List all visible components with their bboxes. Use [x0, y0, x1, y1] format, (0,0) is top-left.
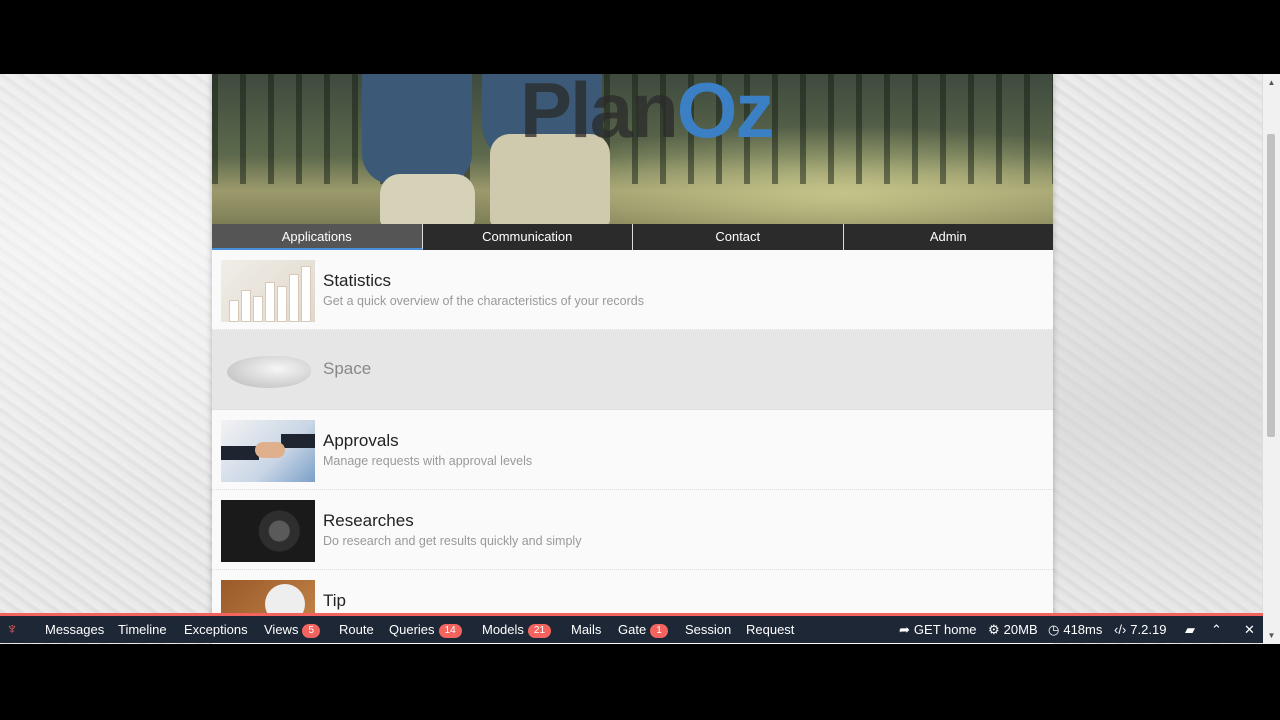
plan-oz-logo[interactable]: PlanOz [520, 74, 774, 149]
banner-leg-left [362, 74, 472, 184]
debug-tab-session[interactable]: Session [685, 616, 731, 643]
debug-tab-queries[interactable]: Queries 14 [389, 616, 462, 643]
page-container: PlanOz Applications Communication Contac… [212, 74, 1053, 644]
tab-label: Views [264, 622, 299, 637]
browser-viewport: PlanOz Applications Communication Contac… [0, 74, 1280, 644]
share-icon: ➦ [899, 622, 910, 637]
debug-tab-models[interactable]: Models 21 [482, 616, 552, 643]
handshake-icon [221, 420, 315, 482]
debug-tab-gate[interactable]: Gate 1 [618, 616, 668, 643]
app-title: Space [323, 359, 372, 378]
debug-tab-messages[interactable]: Messages [45, 616, 104, 643]
debug-tab-request[interactable]: Request [746, 616, 794, 643]
time-text: 418ms [1063, 622, 1103, 637]
tab-admin[interactable]: Admin [843, 224, 1053, 250]
scroll-down-icon[interactable]: ▼ [1263, 627, 1280, 644]
header-banner: PlanOz [212, 74, 1053, 224]
count-badge: 14 [438, 624, 462, 638]
laravel-logo-icon[interactable]: ♆ [6, 621, 28, 639]
app-title: Statistics [323, 271, 392, 290]
version-text: 7.2.19 [1130, 622, 1167, 637]
debug-tab-views[interactable]: Views 5 [264, 616, 321, 643]
folder-open-icon[interactable]: ▰ [1185, 616, 1195, 643]
sleeve-left [221, 446, 259, 460]
debug-tab-route[interactable]: Route [339, 616, 374, 643]
logo-oz-text: Oz [676, 74, 775, 154]
tab-label: Gate [618, 622, 647, 637]
app-title: Tip [323, 591, 346, 610]
app-item-statistics[interactable]: Statistics Get a quick overview of the c… [212, 250, 1053, 330]
debug-version-info: ‹/› 7.2.19 [1114, 616, 1166, 643]
tab-applications[interactable]: Applications [212, 224, 423, 250]
vertical-scrollbar[interactable]: ▲ ▼ [1262, 74, 1280, 644]
count-badge: 5 [302, 624, 321, 638]
debug-tab-mails[interactable]: Mails [571, 616, 601, 643]
debug-memory-info[interactable]: ⚙ 20MB [988, 616, 1038, 643]
ship-shape [227, 356, 311, 388]
cogs-icon: ⚙ [988, 622, 1000, 637]
tab-contact[interactable]: Contact [633, 224, 844, 250]
clock-icon: ◷ [1048, 622, 1060, 637]
app-description: Do research and get results quickly and … [323, 534, 582, 548]
memory-text: 20MB [1003, 622, 1038, 637]
tab-label: Queries [389, 622, 435, 637]
scroll-up-icon[interactable]: ▲ [1263, 74, 1280, 91]
research-icon [221, 500, 315, 562]
scrollbar-thumb[interactable] [1267, 134, 1275, 437]
banner-shoe-left [380, 174, 475, 224]
route-text: GET home [913, 622, 977, 637]
app-item-space[interactable]: Space [212, 330, 1053, 410]
app-item-approvals[interactable]: Approvals Manage requests with approval … [212, 410, 1053, 490]
statistics-chart-icon [221, 260, 315, 322]
app-description: Get a quick overview of the characterist… [323, 294, 644, 308]
app-item-researches[interactable]: Researches Do research and get results q… [212, 490, 1053, 570]
close-icon[interactable]: ✕ [1244, 616, 1255, 643]
debug-tab-timeline[interactable]: Timeline [118, 616, 167, 643]
tab-label: Models [482, 622, 524, 637]
code-icon: ‹/› [1114, 622, 1127, 637]
debug-route-info[interactable]: ➦ GET home [899, 616, 977, 643]
main-nav: Applications Communication Contact Admin [212, 224, 1053, 250]
debug-time-info[interactable]: ◷ 418ms [1048, 616, 1102, 643]
logo-plan-text: Plan [520, 74, 679, 154]
debug-tab-exceptions[interactable]: Exceptions [184, 616, 248, 643]
spaceship-icon [221, 340, 315, 402]
applications-list: Statistics Get a quick overview of the c… [212, 250, 1053, 644]
debugbar: ♆ Messages Timeline Exceptions Views 5 Ro… [0, 613, 1263, 643]
count-badge: 21 [527, 624, 552, 638]
chevron-up-icon[interactable]: ⌃ [1211, 616, 1222, 643]
hands [255, 442, 285, 458]
app-description: Manage requests with approval levels [323, 454, 533, 468]
tab-communication[interactable]: Communication [422, 224, 633, 250]
sleeve-right [281, 434, 315, 448]
count-badge: 1 [650, 624, 668, 638]
app-title: Approvals [323, 431, 399, 450]
app-title: Researches [323, 511, 414, 530]
